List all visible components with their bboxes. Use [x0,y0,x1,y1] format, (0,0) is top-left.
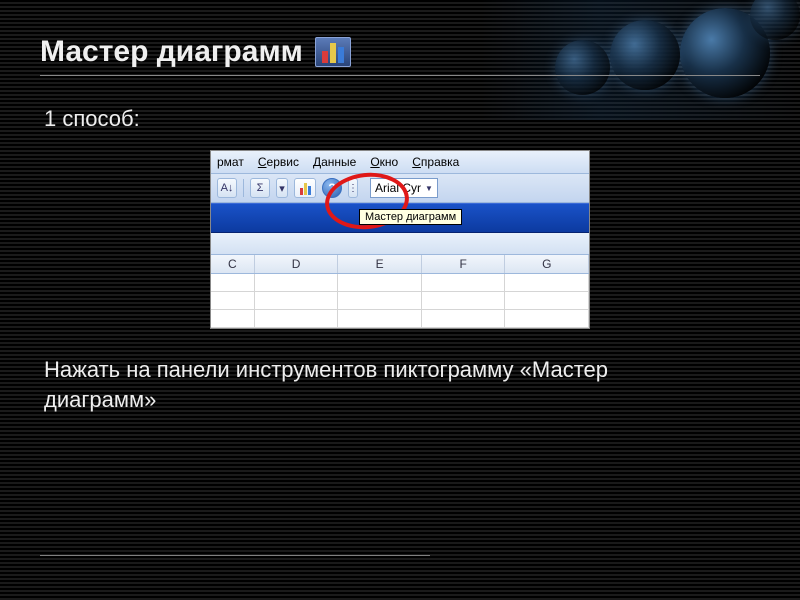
menu-bar: рмат Сервис Данные Окно Справка [211,151,589,174]
slide-title: Мастер диаграмм [40,35,303,69]
sort-button[interactable]: А↓ [217,178,237,198]
body-text: Нажать на панели инструментов пиктограмм… [44,355,724,414]
method-label: 1 способ: [44,106,760,132]
menu-item-help[interactable]: Справка [412,155,459,169]
column-header[interactable]: E [338,255,422,273]
menu-item-data[interactable]: Данные [313,155,356,169]
table-row [211,274,589,292]
autosum-button[interactable]: Σ [250,178,270,198]
chart-wizard-button[interactable] [294,178,316,198]
formula-bar[interactable] [211,233,589,255]
table-row [211,292,589,310]
dropdown-icon[interactable]: ▾ [276,178,288,198]
slide-title-row: Мастер диаграмм [40,35,760,69]
table-row [211,310,589,328]
title-divider [40,75,760,76]
menu-item-service[interactable]: Сервис [258,155,299,169]
dropdown-icon: ▼ [425,184,433,193]
toolbar: А↓ Σ ▾ ? ⋮ Arial Cyr ▼ [211,174,589,203]
column-header[interactable]: G [505,255,589,273]
column-header[interactable]: D [255,255,339,273]
font-name: Arial Cyr [375,181,421,195]
column-header[interactable]: F [422,255,506,273]
chart-wizard-icon [315,37,351,67]
font-selector[interactable]: Arial Cyr ▼ [370,178,438,198]
spreadsheet-grid: C D E F G [211,255,589,328]
column-headers: C D E F G [211,255,589,274]
column-header[interactable]: C [211,255,255,273]
excel-screenshot: рмат Сервис Данные Окно Справка А↓ Σ ▾ ?… [210,150,590,329]
help-button[interactable]: ? [322,178,342,198]
menu-item-window[interactable]: Окно [370,155,398,169]
toolbar-handle-icon[interactable]: ⋮ [348,178,358,198]
tooltip: Мастер диаграмм [359,209,462,225]
toolbar-separator [243,179,244,197]
menu-item-format[interactable]: рмат [217,155,244,169]
footer-divider [40,555,430,556]
